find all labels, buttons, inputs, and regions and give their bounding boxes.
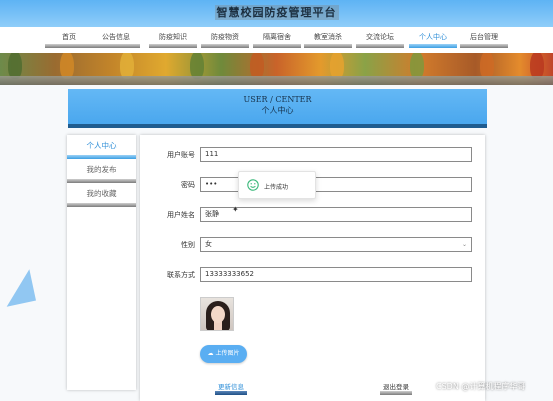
logout-button[interactable]: 退出登录 [377, 379, 415, 401]
nav-item-dorms[interactable]: 隔离宿舍 [253, 27, 301, 53]
gender-label: 性别 [181, 241, 195, 249]
chevron-down-icon: ⌄ [461, 241, 467, 248]
nav-item-supplies[interactable]: 防疫物资 [201, 27, 249, 53]
nav-item-admin[interactable]: 后台管理 [460, 27, 508, 53]
sidebar-item-favorites[interactable]: 我的收藏 [67, 183, 136, 207]
sidebar: 个人中心 我的发布 我的收藏 [67, 135, 136, 390]
nav-item-forum[interactable]: 交流论坛 [356, 27, 404, 53]
gender-row: 性别 女 ⌄ [140, 237, 485, 254]
username-input[interactable]: 111 [200, 147, 472, 162]
success-toast: 上传成功 [238, 171, 316, 199]
sidebar-item-my-posts[interactable]: 我的发布 [67, 159, 136, 183]
app-title: 智慧校园防疫管理平台 [214, 5, 339, 20]
nav-item-profile[interactable]: 个人中心 [409, 27, 457, 53]
gender-value: 女 [205, 240, 212, 248]
mouse-cursor-icon: ✦ [232, 205, 239, 214]
top-nav: 首页 公告信息 防疫知识 防疫物资 隔离宿舍 教室消杀 交流论坛 个人中心 后台… [0, 27, 553, 53]
smile-check-icon [247, 179, 259, 191]
upload-cloud-icon: ☁ [207, 350, 214, 357]
password-label: 密码 [181, 181, 195, 189]
toast-message: 上传成功 [264, 184, 289, 191]
username-row: 用户账号 111 [140, 147, 485, 164]
nav-item-disinfection[interactable]: 教室消杀 [304, 27, 352, 53]
name-input[interactable]: 张静 [200, 207, 472, 222]
avatar [200, 297, 234, 331]
gender-select[interactable]: 女 ⌄ [200, 237, 472, 252]
section-header: USER / CENTER 个人中心 [68, 89, 487, 128]
name-label: 用户姓名 [167, 211, 195, 219]
sidebar-item-profile[interactable]: 个人中心 [67, 135, 136, 159]
phone-input[interactable]: 13333333652 [200, 267, 472, 282]
upload-image-button[interactable]: ☁ 上传图片 [200, 345, 247, 363]
section-header-cn: 个人中心 [261, 106, 294, 115]
nav-item-knowledge[interactable]: 防疫知识 [149, 27, 197, 53]
section-header-en: USER / CENTER [243, 95, 312, 104]
name-row: 用户姓名 张静 [140, 207, 485, 224]
phone-row: 联系方式 13333333652 [140, 267, 485, 284]
watermark: CSDN @计算机程序华哥 [436, 382, 526, 391]
decorative-triangle [0, 269, 36, 307]
update-info-button[interactable]: 更新信息 [212, 379, 250, 401]
banner-image [0, 53, 553, 85]
title-bar: 智慧校园防疫管理平台 [0, 0, 553, 27]
nav-item-announcements[interactable]: 公告信息 [92, 27, 140, 53]
nav-item-home[interactable]: 首页 [45, 27, 93, 53]
username-label: 用户账号 [167, 151, 195, 159]
phone-label: 联系方式 [167, 271, 195, 279]
